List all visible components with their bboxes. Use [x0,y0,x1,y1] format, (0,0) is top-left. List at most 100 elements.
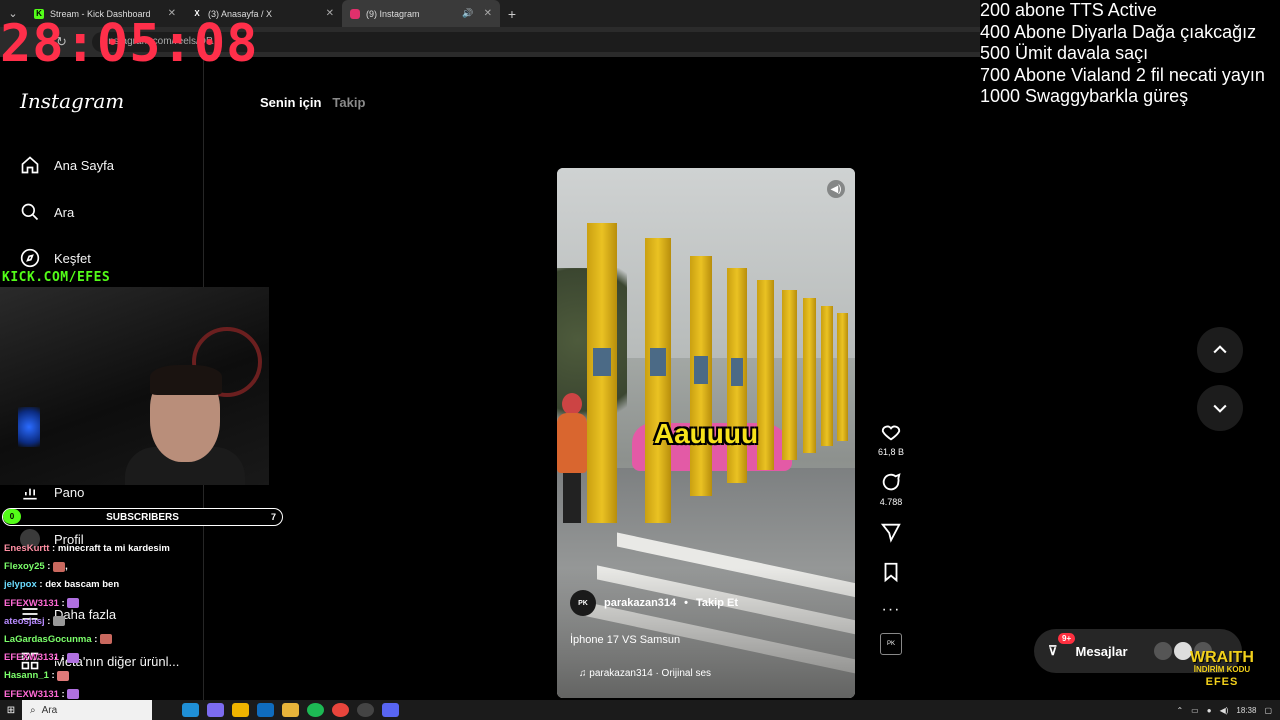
feed-tabs: Senin için Takip [260,95,365,110]
sponsor-brand: WRAITH [1190,649,1254,666]
system-tray: ⌃ ▭ ● ◀) 18:38 ▢ [1176,700,1272,720]
close-tab-icon[interactable]: ✕ [326,8,334,19]
reel-description: İphone 17 VS Samsun [570,634,681,646]
chat-message: LaGardasGocunma : [4,631,274,649]
dot-separator: • [684,597,689,609]
sidebar-item-label: Ara [54,204,75,220]
send-icon [880,523,901,543]
subscriber-label: SUBSCRIBERS [106,511,179,523]
goal-item: 1000 Swaggybarkla güreş [980,86,1189,106]
audio-label: parakazan314 · Orijinal ses [589,668,712,679]
heart-icon [881,425,901,441]
tab-title: (9) Instagram [366,8,420,19]
outlook-icon[interactable] [257,703,274,717]
chat-message: EFEXW3131 : [4,595,274,613]
sponsor-badge: WRAITH İNDİRİM KODU EFES [1190,649,1254,689]
goal-item: 400 Abone Diyarla Dağa çıakcağız [980,21,1257,42]
sidebar-item-dashboard[interactable]: Pano [20,482,84,502]
chat-message: Flexoy25 : , [4,561,68,573]
close-tab-icon[interactable]: ✕ [484,8,492,19]
tab-instagram[interactable]: (9) Instagram 🔊 ✕ [342,0,500,27]
store-icon[interactable] [232,703,249,717]
speaker-icon[interactable]: 🔊 [462,8,473,19]
compass-icon [20,248,40,268]
reel-audio[interactable]: ♫ parakazan314 · Orijinal ses [579,668,711,679]
tray-chevron-icon[interactable]: ⌃ [1176,706,1183,715]
more-options-button[interactable]: ··· [882,601,901,619]
home-icon [21,156,39,174]
explorer-icon[interactable] [282,703,299,717]
sidebar-item-label: Ana Sayfa [54,157,114,173]
comment-button[interactable]: 4.788 [880,471,902,507]
emote-icon [100,634,113,645]
chat-message: ateosjasj : [4,613,274,631]
chat-user: ateosjasj [4,615,45,627]
emote-icon [67,598,80,609]
kick-channel-url: KICK.COM/EFES [2,270,111,285]
chat-text: minecraft ta mi kardesim [57,543,170,554]
reel-caption-overlay: Aauuuu [653,418,759,449]
emote-icon [57,670,70,681]
taskbar-search[interactable]: ⌕ Ara [22,700,152,720]
clock[interactable]: 18:38 [1236,706,1256,715]
chevron-down-icon [1213,404,1227,413]
taskbar: ⊞ ⌕ Ara ⌃ ▭ ● ◀) 18:38 ▢ [0,700,1280,720]
messenger-icon: ⊽ [1048,643,1058,658]
bookmark-icon [884,562,898,583]
instagram-logo[interactable]: Instagram [20,89,124,113]
notifications-icon[interactable]: ▢ [1264,706,1272,715]
obs-icon[interactable] [357,703,374,717]
goal-item: 500 Ümit davala saçı [980,43,1149,63]
search-icon [21,203,39,221]
network-icon[interactable]: ▭ [1191,706,1199,715]
previous-reel-button[interactable] [1197,327,1243,373]
volume-icon[interactable]: ◀) [1220,706,1229,715]
reel-video[interactable]: Aauuuu ◀) PK parakazan314 • Takip Et İph… [557,168,855,698]
next-reel-button[interactable] [1197,385,1243,431]
messages-badge: 9+ [1058,633,1076,644]
sidebar-item-explore[interactable]: Keşfet [20,248,91,268]
webcam-feed [0,287,269,485]
chrome-icon[interactable] [332,703,349,717]
instagram-favicon-icon [350,8,360,19]
windows-start-icon[interactable]: ⊞ [0,700,22,720]
stream-timer: 28:05:08 [0,14,259,74]
subscriber-goal: 7 [270,512,276,522]
follow-button[interactable]: Takip Et [696,597,738,609]
sidebar-item-label: Pano [54,484,85,500]
mic-icon[interactable]: ● [1207,706,1212,715]
chat-user: EFEXW3131 [4,688,59,700]
bollard [645,238,671,523]
goal-item: 200 abone TTS Active [980,0,1157,20]
chat-user: LaGardasGocunma [4,633,92,645]
save-button[interactable] [880,561,902,587]
emote-icon [53,616,66,627]
discord-icon[interactable] [382,703,399,717]
author-username[interactable]: parakazan314 [604,597,676,609]
sidebar-item-home[interactable]: Ana Sayfa [20,155,114,175]
emote-icon [53,561,66,572]
chat-user: EFEXW3131 [4,597,59,609]
spotify-icon[interactable] [307,703,324,717]
chevron-up-icon [1213,345,1227,354]
chat-user: Hasann_1 [4,670,49,682]
edge-icon[interactable] [182,703,199,717]
chat-message: Hasann_1 : [4,667,274,685]
chat-text: dex bascam ben [45,579,120,591]
chat-message: jelypox : dex bascam ben [4,579,120,591]
chat-user: EFEXW3131 [4,652,59,664]
author-avatar[interactable]: PK [570,590,596,616]
walking-person [557,393,592,523]
like-button[interactable]: 61,8 B [878,421,904,457]
copilot-icon[interactable] [207,703,224,717]
new-tab-button[interactable]: + [500,6,524,22]
audio-thumbnail[interactable]: PK [880,633,902,655]
volume-icon[interactable]: ◀) [827,180,845,198]
sidebar-item-label: Keşfet [54,250,91,266]
sponsor-code: EFES [1205,676,1239,688]
subscriber-current: 0 [3,509,21,524]
sidebar-item-search[interactable]: Ara [20,202,74,222]
tab-following[interactable]: Takip [332,95,365,110]
tab-for-you[interactable]: Senin için [260,95,321,110]
share-button[interactable] [880,521,902,547]
